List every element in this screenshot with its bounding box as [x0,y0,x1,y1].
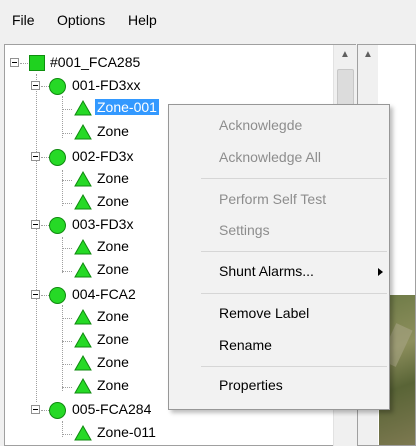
tree-connector [36,74,37,402]
zone-label: Zone [97,377,129,393]
zone-status-triangle-icon [74,194,92,210]
collapse-toggle[interactable] [31,405,40,414]
menu-options[interactable]: Options [57,12,105,28]
device-label: 002-FD3x [72,148,134,164]
menu-bar: File Options Help [0,0,416,40]
menu-separator [201,366,387,367]
menu-item-rename[interactable]: Rename [219,337,272,353]
tree-node-zone[interactable]: Zone-011 [62,423,202,444]
device-status-circle-icon [49,78,66,95]
zone-label: Zone [97,170,129,186]
collapse-toggle[interactable] [31,290,40,299]
device-status-circle-icon [49,402,66,419]
zone-label: Zone [97,238,129,254]
menu-separator [201,251,387,252]
device-status-circle-icon [49,287,66,304]
tree-node-device[interactable]: 001-FD3xx [31,76,181,97]
context-menu: Acknowlegde Acknowledge All Perform Self… [168,104,390,410]
scroll-up-arrow-icon[interactable]: ▲ [334,45,356,65]
collapse-toggle[interactable] [31,220,40,229]
menu-item-acknowledge-all[interactable]: Acknowledge All [219,149,321,165]
zone-label: Zone-011 [97,424,156,440]
device-status-circle-icon [49,149,66,166]
zone-status-triangle-icon [74,124,92,140]
menu-item-perform-self-test[interactable]: Perform Self Test [219,191,326,207]
zone-status-triangle-icon [74,171,92,187]
menu-file[interactable]: File [12,12,35,28]
tree-node-device[interactable]: 003-FD3x [31,215,181,236]
zone-label: Zone [97,354,129,370]
scroll-up-arrow-icon[interactable]: ▲ [358,45,378,65]
zone-status-triangle-icon [74,309,92,325]
tree-root-label: #001_FCA285 [50,54,141,70]
collapse-toggle[interactable] [10,58,19,67]
zone-label: Zone [97,261,129,277]
menu-separator [201,293,387,294]
zone-status-triangle-icon [74,332,92,348]
device-label: 001-FD3xx [72,77,141,93]
menu-item-settings[interactable]: Settings [219,222,270,238]
tree-node-device[interactable]: 004-FCA2 [31,285,181,306]
device-label: 004-FCA2 [72,286,136,302]
menu-item-acknowledge[interactable]: Acknowlegde [219,117,302,133]
zone-status-triangle-icon [74,355,92,371]
menu-item-shunt-alarms[interactable]: Shunt Alarms... [219,263,314,279]
tree-node-device[interactable]: 005-FCA284 [31,400,191,421]
device-label: 003-FD3x [72,216,134,232]
zone-status-triangle-icon [74,378,92,394]
collapse-toggle[interactable] [31,152,40,161]
submenu-arrow-icon [378,268,383,276]
menu-item-properties[interactable]: Properties [219,377,283,393]
zone-label: Zone [97,123,129,139]
tree-root-node[interactable]: #001_FCA285 [10,53,210,74]
zone-label: Zone [97,331,129,347]
zone-status-triangle-icon [74,262,92,278]
panel-status-square-icon [29,55,45,71]
device-label: 005-FCA284 [72,401,152,417]
zone-label: Zone [97,308,129,324]
device-status-circle-icon [49,217,66,234]
zone-status-triangle-icon [74,239,92,255]
zone-label-selected: Zone-001 [95,99,159,115]
menu-help[interactable]: Help [128,12,157,28]
menu-item-remove-label[interactable]: Remove Label [219,305,309,321]
tree-node-device[interactable]: 002-FD3x [31,147,181,168]
zone-label: Zone [97,193,129,209]
zone-status-triangle-icon [74,100,92,116]
collapse-toggle[interactable] [31,81,40,90]
menu-separator [201,178,387,179]
zone-status-triangle-icon [74,425,92,441]
